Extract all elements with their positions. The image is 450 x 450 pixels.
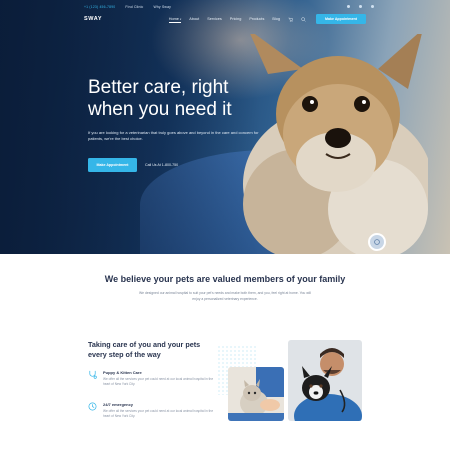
stethoscope-icon [374,239,380,245]
nav-appointment-button[interactable]: Make Appointment [316,14,366,24]
nav-item-pricing[interactable]: Pricing [230,17,242,21]
feature-title: 24/7 emergency [103,402,134,407]
feature-text: Puppy & Kitten Care We offer all the ser… [103,370,218,387]
call-link[interactable]: Call Us At 1-800-750 [145,163,178,167]
feature-emergency: 24/7 emergency We offer all the services… [88,402,218,419]
topbar-link-find-clinic[interactable]: Find Clinic [125,5,143,9]
feature-desc: We offer all the services your pet could… [103,409,214,418]
cart-icon[interactable] [288,17,293,22]
scroll-indicator[interactable] [368,233,386,251]
hero-appointment-button[interactable]: Make Appointment [88,158,137,172]
hero-title: Better care, right when you need it [88,77,232,120]
hero-overlay [0,0,260,254]
care-heading: Taking care of you and your pets every s… [88,340,201,359]
dog-photo [243,34,428,254]
cat-with-vet-photo [228,367,284,421]
topbar-phone[interactable]: +1 (123) 456-7890 [84,5,115,9]
search-icon[interactable] [301,16,306,22]
main-nav: SWAY Home ▾ About Services Pricing Produ… [84,12,366,26]
clock-emergency-icon [88,402,97,411]
about-text: We designed our animal hospital to suit … [139,291,311,301]
hero-subtitle: If you are looking for a veterinarian th… [88,130,259,141]
nav-item-blog[interactable]: Blog [272,17,280,21]
nav-item-label: Home [168,17,179,21]
facebook-icon[interactable] [347,5,350,8]
instagram-icon[interactable] [371,5,374,8]
nav-item-services[interactable]: Services [207,17,222,21]
social-links [347,5,374,8]
topbar: +1 (123) 456-7890 Find Clinic Why Sway [84,2,374,11]
feature-title: Puppy & Kitten Care [103,370,142,375]
twitter-icon[interactable] [359,5,362,8]
feature-desc: We offer all the services your pet could… [103,377,214,386]
nav-item-home[interactable]: Home ▾ [168,17,182,23]
site-logo[interactable]: SWAY [84,16,102,22]
paw-stethoscope-icon [89,370,97,379]
feature-text: 24/7 emergency We offer all the services… [103,402,218,419]
topbar-link-why-sway[interactable]: Why Sway [153,5,171,9]
hero-actions: Make Appointment Call Us At 1-800-750 [88,158,178,172]
vet-with-dog-photo [288,340,362,421]
hero-section: +1 (123) 456-7890 Find Clinic Why Sway S… [0,0,450,254]
nav-item-about[interactable]: About [189,17,199,21]
nav-item-products[interactable]: Products [249,17,264,21]
feature-puppy-kitten: Puppy & Kitten Care We offer all the ser… [88,370,218,387]
chevron-down-icon: ▾ [179,18,182,21]
about-heading: We believe your pets are valued members … [104,274,346,284]
nav-menu: Home ▾ About Services Pricing Products B… [168,16,306,23]
